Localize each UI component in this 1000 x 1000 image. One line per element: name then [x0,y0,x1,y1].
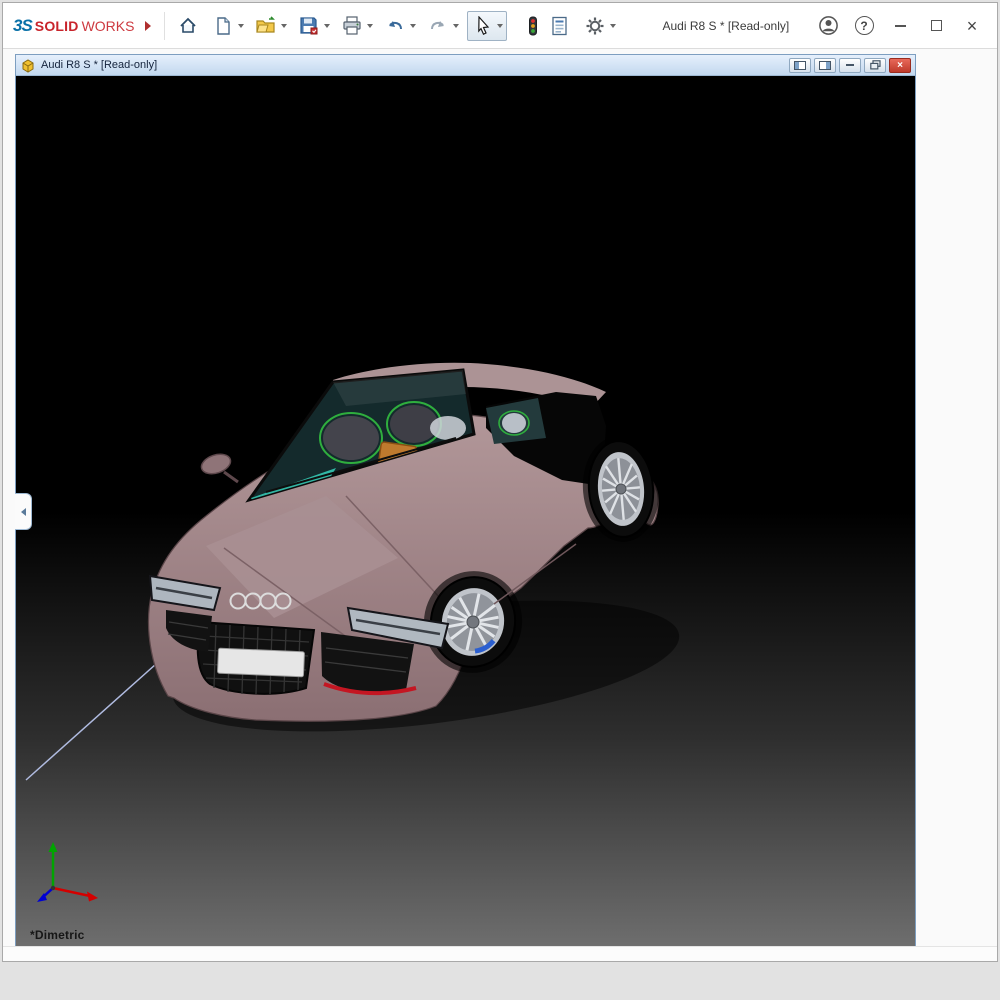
save-button[interactable] [295,12,322,39]
interior-seat-right [390,405,438,443]
print-group [338,12,373,39]
new-document-button[interactable] [209,12,236,39]
redo-icon [428,17,448,35]
home-icon [178,16,198,36]
save-dropdown-caret[interactable] [324,24,330,28]
3ds-logo-icon: 3S [13,16,32,36]
doc-close-button[interactable]: × [889,58,911,73]
doc-minimize-button[interactable] [839,58,861,73]
scene-canvas [16,76,915,947]
undo-group [381,12,416,39]
maximize-icon [931,20,942,31]
document-properties-button[interactable] [546,12,573,39]
app-title: Audi R8 S * [Read-only] [662,19,789,33]
new-document-group [209,12,244,39]
triad-x-arrow [87,892,98,902]
license-plate [217,648,304,677]
doc-restore-button[interactable] [864,58,886,73]
select-group [467,11,507,41]
chevron-left-icon [21,508,26,516]
help-button[interactable]: ? [853,15,875,37]
open-folder-icon [255,16,276,35]
close-button[interactable]: × [961,15,983,37]
select-button[interactable] [471,14,495,38]
account-icon [818,15,839,36]
interior-seat-left [323,416,379,460]
status-bar [3,946,997,961]
redo-dropdown-caret[interactable] [453,24,459,28]
traffic-light-button[interactable] [519,12,546,39]
pane-right-icon [819,61,831,70]
assembly-icon [20,58,36,73]
triad-y-arrow [49,842,58,852]
options-dropdown-caret[interactable] [610,24,616,28]
orientation-triad[interactable] [37,842,98,902]
view-orientation-label: *Dimetric [30,928,85,942]
document-properties-icon [551,16,568,36]
options-group [581,12,616,39]
new-dropdown-caret[interactable] [238,24,244,28]
brand-solid-text: SOLID [35,18,79,34]
select-tool-pressed [467,11,507,41]
side-mirror [199,451,238,482]
minimize-button[interactable] [889,15,911,37]
pane-left-button[interactable] [789,58,811,73]
main-toolbar: 3S SOLIDWORKS [3,3,997,49]
solidworks-window: 3S SOLIDWORKS [2,2,998,962]
document-titlebar[interactable]: Audi R8 S * [Read-only] × [16,55,915,76]
solidworks-logo: 3S SOLIDWORKS [13,16,151,36]
brand-works-text: WORKS [82,18,135,34]
quarter-seat [502,413,526,433]
undo-icon [385,17,405,35]
redo-group [424,12,459,39]
redo-button[interactable] [424,12,451,39]
graphics-viewport[interactable]: *Dimetric [16,76,915,947]
new-document-icon [214,16,232,36]
options-button[interactable] [581,12,608,39]
undo-button[interactable] [381,12,408,39]
feature-pane-collapse-tab[interactable] [15,493,32,530]
maximize-button[interactable] [925,15,947,37]
document-window: Audi R8 S * [Read-only] × [15,54,916,948]
pane-left-icon [794,61,806,70]
minimize-icon [895,25,906,27]
triad-origin [51,886,55,890]
traffic-light-icon [527,16,539,36]
doc-restore-icon [870,60,881,70]
undo-dropdown-caret[interactable] [410,24,416,28]
select-cursor-icon [474,16,492,36]
triad-x-axis [53,888,90,896]
top-right-controls: ? × [817,15,983,37]
print-dropdown-caret[interactable] [367,24,373,28]
help-icon: ? [855,16,874,35]
save-group [295,12,330,39]
options-gear-icon [585,16,605,36]
select-dropdown-caret[interactable] [497,24,503,28]
document-title: Audi R8 S * [Read-only] [41,59,786,71]
print-button[interactable] [338,12,365,39]
pane-right-button[interactable] [814,58,836,73]
save-icon [299,16,318,35]
reference-line [26,664,156,780]
toolbar-separator [164,12,165,40]
account-button[interactable] [817,15,839,37]
home-button[interactable] [174,12,201,39]
interior-dash-light [430,416,466,440]
open-button[interactable] [252,12,279,39]
expand-arrow-icon[interactable] [145,21,151,31]
print-icon [342,16,362,35]
doc-minimize-icon [846,64,854,66]
open-dropdown-caret[interactable] [281,24,287,28]
open-group [252,12,287,39]
